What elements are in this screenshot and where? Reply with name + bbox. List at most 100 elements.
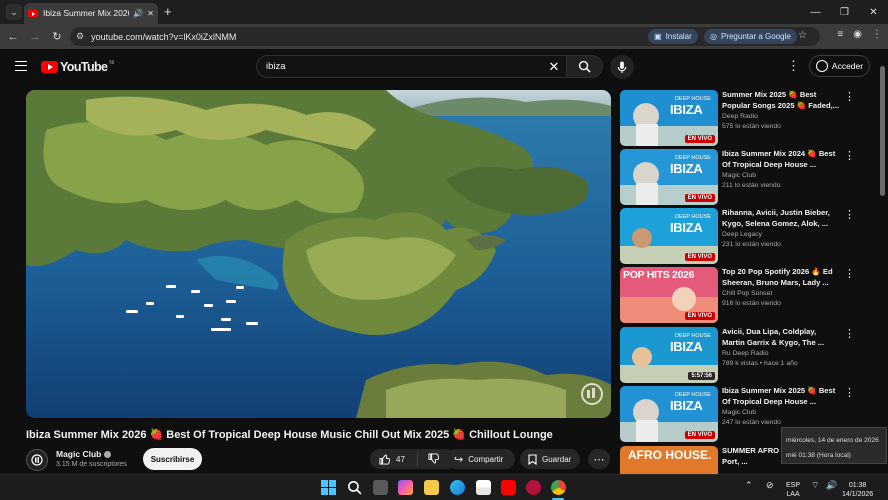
taskbar: ⌃ ⊘ ESP LAA ⌔ 🔊 01:38 14/1/2026	[0, 474, 888, 500]
reload-icon[interactable]: ↻	[46, 30, 68, 43]
search-input[interactable]	[257, 56, 542, 77]
recommendation-title: Rihanna, Avicii, Justin Bieber, Kygo, Se…	[722, 208, 830, 228]
tab-search-button[interactable]: ⌄	[6, 4, 22, 20]
clock[interactable]: 01:38 14/1/2026	[842, 481, 873, 499]
browser-tab-strip: ⌄ Ibiza Summer Mix 2026 🍓 🔊 ✕ + — ❐ ✕	[0, 0, 888, 24]
tray-overflow-icon[interactable]: ⌃	[745, 481, 753, 490]
file-explorer-icon[interactable]	[424, 480, 439, 495]
search-icon	[578, 60, 591, 73]
recommendation-menu-icon[interactable]: ⋮	[844, 149, 855, 162]
volume-icon[interactable]: 🔊	[826, 481, 837, 490]
task-view-icon[interactable]	[373, 480, 388, 495]
settings-kebab-icon[interactable]: ⋮	[787, 58, 800, 74]
recommendation-thumbnail[interactable]: DEEP HOUSE IBIZA 5:57:56	[620, 327, 718, 383]
video-player[interactable]	[26, 90, 611, 418]
recommendation-thumbnail[interactable]: POP HITS 2026 EN VIVO	[620, 267, 718, 323]
recommendation-item[interactable]: DEEP HOUSE IBIZA EN VIVO Rihanna, Avicii…	[620, 208, 860, 264]
bookmark-star-icon[interactable]: ☆	[798, 30, 807, 41]
youtube-favicon-icon	[28, 10, 38, 17]
recommendation-menu-icon[interactable]: ⋮	[844, 208, 855, 221]
close-window-icon[interactable]: ✕	[859, 0, 888, 24]
close-tab-icon[interactable]: ✕	[147, 9, 154, 18]
youtube-header: YouTube NI ✕ ⋮ Acceder	[0, 49, 888, 85]
subscribe-button[interactable]: Suscribirse	[143, 448, 202, 470]
windows-start-icon[interactable]	[321, 480, 336, 495]
app-icon[interactable]	[526, 480, 541, 495]
clock-tooltip: miércoles, 14 de enero de 2026 mié 01:38…	[781, 427, 887, 464]
address-bar[interactable]: ⚙ youtube.com/watch?v=lKx0iZxlNMM ▣ Insta…	[70, 27, 820, 46]
recommendation-thumbnail[interactable]: DEEP HOUSE IBIZA EN VIVO	[620, 208, 718, 264]
recommendation-thumbnail[interactable]: DEEP HOUSE IBIZA EN VIVO	[620, 149, 718, 205]
browser-menu-icon[interactable]: ⋮	[872, 29, 882, 40]
chrome-icon[interactable]	[551, 480, 566, 495]
channel-name[interactable]: Magic Club	[56, 449, 112, 459]
recommendation-menu-icon[interactable]: ⋮	[844, 386, 855, 399]
site-info-icon[interactable]: ⚙	[76, 31, 84, 42]
media-controls-icon[interactable]: ≡	[837, 29, 843, 40]
store-icon[interactable]	[476, 480, 491, 495]
dislike-button[interactable]	[418, 452, 440, 466]
recommendation-menu-icon[interactable]: ⋮	[844, 327, 855, 340]
bookmark-icon	[528, 453, 537, 465]
edge-icon[interactable]	[450, 480, 465, 495]
menu-icon[interactable]	[15, 61, 27, 71]
recommendation-item[interactable]: DEEP HOUSE IBIZA 5:57:56 Avicii, Dua Lip…	[620, 327, 860, 383]
voice-search-button[interactable]	[610, 55, 634, 79]
recommendation-menu-icon[interactable]: ⋮	[844, 267, 855, 280]
live-badge: EN VIVO	[684, 312, 715, 320]
recommendation-item[interactable]: POP HITS 2026 EN VIVO Top 20 Pop Spotify…	[620, 267, 860, 323]
recommendation-channel: Magic Club	[722, 172, 756, 179]
install-button[interactable]: ▣ Instalar	[648, 29, 698, 44]
copilot-icon[interactable]	[398, 480, 413, 495]
search-icon[interactable]	[347, 480, 362, 495]
speaker-icon[interactable]: 🔊	[133, 9, 143, 18]
clear-search-icon[interactable]: ✕	[542, 59, 566, 75]
recommendation-item[interactable]: DEEP HOUSE IBIZA EN VIVO Summer Mix 2025…	[620, 90, 860, 146]
channel-logo-icon	[31, 454, 43, 466]
recommendation-title: Avicii, Dua Lipa, Coldplay, Martin Garri…	[722, 327, 825, 347]
video-title: Ibiza Summer Mix 2026 🍓 Best Of Tropical…	[26, 429, 553, 441]
recommendation-menu-icon[interactable]: ⋮	[844, 90, 855, 103]
share-button[interactable]: ↪ Compartir	[446, 449, 515, 469]
subscriber-count: 3.15 M de suscriptores	[56, 461, 127, 468]
language-indicator[interactable]: ESP LAA	[786, 481, 800, 499]
recommendation-meta: 211 lo están viendo	[722, 182, 781, 189]
recommendation-thumbnail[interactable]: DEEP HOUSE IBIZA EN VIVO	[620, 90, 718, 146]
network-icon[interactable]: ⌔	[811, 481, 819, 490]
live-badge: EN VIVO	[684, 431, 715, 439]
wifi-off-icon[interactable]: ⊘	[766, 481, 774, 490]
recommendation-channel: Magic Club	[722, 409, 756, 416]
youtube-logo[interactable]: YouTube NI	[41, 60, 114, 74]
save-button[interactable]: Guardar	[520, 449, 580, 469]
minimize-icon[interactable]: —	[801, 0, 830, 24]
more-actions-icon[interactable]: ⋯	[588, 449, 610, 469]
restore-icon[interactable]: ❐	[830, 0, 859, 24]
recommendation-meta: 916 lo están viendo	[722, 300, 781, 307]
recommendation-title: Ibiza Summer Mix 2025 🍓 Best Of Tropical…	[722, 386, 836, 406]
recommendation-item[interactable]: DEEP HOUSE IBIZA EN VIVO Ibiza Summer Mi…	[620, 149, 860, 205]
youtube-app-icon[interactable]	[501, 480, 516, 495]
new-tab-button[interactable]: +	[164, 4, 172, 19]
channel-row: Magic Club 3.15 M de suscriptores Suscri…	[26, 447, 616, 475]
thumbs-up-icon	[379, 453, 390, 465]
live-badge: EN VIVO	[684, 194, 715, 202]
sign-in-button[interactable]: Acceder	[809, 55, 870, 77]
window-controls: — ❐ ✕	[801, 0, 888, 24]
ask-google-button[interactable]: ◎ Preguntar a Google	[704, 29, 797, 44]
like-dislike-group: 47	[370, 449, 456, 469]
profile-icon[interactable]: ◉	[853, 29, 862, 40]
share-icon: ↪	[454, 453, 464, 466]
browser-tab[interactable]: Ibiza Summer Mix 2026 🍓 🔊 ✕	[24, 3, 158, 24]
forward-icon[interactable]: →	[24, 31, 46, 43]
recommendation-meta: 789 k vistas • hace 1 año	[722, 360, 798, 367]
recommendation-meta: 247 lo están viendo	[722, 419, 781, 426]
recommendation-thumbnail[interactable]: AFRO HOUSE.	[620, 446, 718, 474]
scrollbar-thumb[interactable]	[880, 66, 885, 196]
like-button[interactable]: 47	[370, 452, 418, 466]
toolbar-right: ≡ ◉ ⋮	[837, 29, 882, 40]
search-button[interactable]	[566, 56, 602, 77]
video-frame-island	[26, 90, 611, 418]
recommendation-thumbnail[interactable]: DEEP HOUSE IBIZA EN VIVO	[620, 386, 718, 442]
channel-avatar[interactable]	[26, 449, 48, 471]
back-icon[interactable]: ←	[2, 31, 24, 43]
